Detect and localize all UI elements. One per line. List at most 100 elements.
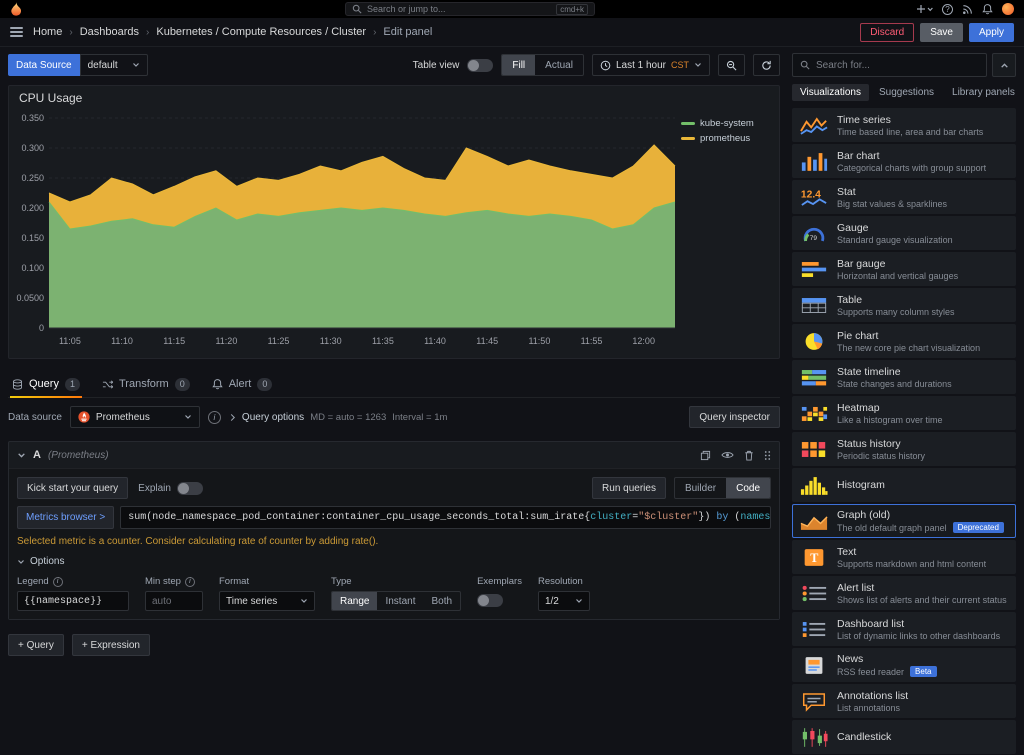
run-queries-button[interactable]: Run queries bbox=[592, 477, 666, 499]
time-range-picker[interactable]: Last 1 hour CST bbox=[591, 54, 710, 76]
info-icon[interactable]: i bbox=[184, 576, 195, 587]
viz-item-time-series[interactable]: Time series Time based line, area and ba… bbox=[792, 108, 1016, 142]
duplicate-query-icon[interactable] bbox=[700, 450, 711, 461]
table-view-toggle[interactable] bbox=[467, 58, 494, 72]
tab-transform[interactable]: Transform 0 bbox=[100, 371, 192, 397]
tab-alert-count: 0 bbox=[257, 377, 273, 391]
resolution-select[interactable]: 1/2 bbox=[537, 591, 590, 611]
viz-item-stat[interactable]: 12.4 Stat Big stat values & sparklines bbox=[792, 180, 1016, 214]
tab-transform-label: Transform bbox=[118, 378, 169, 390]
svg-text:11:35: 11:35 bbox=[372, 336, 394, 346]
text-icon: T bbox=[799, 547, 829, 568]
viz-item-news[interactable]: News RSS feed reader Beta bbox=[792, 648, 1016, 682]
legend-field-label: Legend bbox=[17, 576, 49, 587]
panel-title[interactable]: CPU Usage bbox=[9, 86, 779, 110]
actual-button[interactable]: Actual bbox=[535, 55, 583, 75]
search-icon bbox=[352, 4, 362, 14]
legend-input[interactable] bbox=[17, 591, 129, 611]
refresh-button[interactable] bbox=[753, 54, 780, 76]
fill-button[interactable]: Fill bbox=[502, 55, 536, 75]
resolution-field-label: Resolution bbox=[537, 576, 583, 587]
viz-item-gauge[interactable]: 79 Gauge Standard gauge visualization bbox=[792, 216, 1016, 250]
tab-library-panels[interactable]: Library panels bbox=[944, 84, 1023, 101]
viz-item-dashboard-list[interactable]: Dashboard list List of dynamic links to … bbox=[792, 612, 1016, 646]
viz-item-heatmap[interactable]: Heatmap Like a histogram over time bbox=[792, 396, 1016, 430]
delete-query-trash-icon[interactable] bbox=[744, 450, 754, 461]
viz-search[interactable] bbox=[792, 53, 987, 77]
grafana-logo[interactable] bbox=[10, 2, 23, 16]
signal-icon[interactable] bbox=[962, 4, 973, 15]
chevron-down-icon bbox=[132, 63, 139, 67]
options-expander[interactable]: Options bbox=[17, 556, 771, 567]
legend-item-prometheus[interactable]: prometheus bbox=[681, 133, 763, 144]
viz-item-candlestick[interactable]: Candlestick bbox=[792, 720, 1016, 754]
code-mode-button[interactable]: Code bbox=[726, 478, 770, 498]
legend-item-kube-system[interactable]: kube-system bbox=[681, 118, 763, 129]
query-options-expander[interactable]: Query options MD = auto = 1263 Interval … bbox=[229, 412, 447, 423]
time-range-value: Last 1 hour bbox=[615, 59, 666, 71]
breadcrumb-item[interactable]: Home bbox=[33, 26, 62, 38]
tab-query[interactable]: Query 1 bbox=[10, 371, 82, 398]
viz-item-table[interactable]: Table Supports many column styles bbox=[792, 288, 1016, 322]
breadcrumb-item[interactable]: Kubernetes / Compute Resources / Cluster bbox=[156, 26, 366, 38]
viz-item-alert-list[interactable]: Alert list Shows list of alerts and thei… bbox=[792, 576, 1016, 610]
viz-item-graph-old[interactable]: Graph (old) The old default graph panel … bbox=[792, 504, 1016, 538]
tab-alert[interactable]: Alert 0 bbox=[210, 371, 275, 397]
query-header[interactable]: A (Prometheus) bbox=[9, 442, 779, 468]
save-button[interactable]: Save bbox=[920, 22, 963, 42]
drag-handle-icon[interactable] bbox=[764, 450, 771, 461]
discard-button[interactable]: Discard bbox=[860, 22, 915, 42]
apply-button[interactable]: Apply bbox=[968, 22, 1014, 42]
bell-icon[interactable] bbox=[982, 3, 993, 15]
collapse-sidebar-button[interactable] bbox=[992, 53, 1016, 77]
viz-item-text[interactable]: T Text Supports markdown and html conten… bbox=[792, 540, 1016, 574]
viz-item-bar-gauge[interactable]: Bar gauge Horizontal and vertical gauges bbox=[792, 252, 1016, 286]
type-option-range[interactable]: Range bbox=[332, 592, 378, 610]
type-option-instant[interactable]: Instant bbox=[377, 592, 423, 610]
min-step-input[interactable] bbox=[145, 591, 203, 611]
menu-icon[interactable] bbox=[10, 27, 23, 37]
datasource-picker[interactable]: default bbox=[79, 54, 148, 76]
zoom-out-button[interactable] bbox=[718, 54, 745, 76]
add-new-icon[interactable] bbox=[917, 4, 933, 14]
type-option-both[interactable]: Both bbox=[424, 592, 461, 610]
viz-item-status-history[interactable]: Status history Periodic status history bbox=[792, 432, 1016, 466]
kickstart-query-button[interactable]: Kick start your query bbox=[17, 477, 129, 499]
help-icon[interactable]: ? bbox=[942, 3, 953, 15]
viz-item-state-timeline[interactable]: State timeline State changes and duratio… bbox=[792, 360, 1016, 394]
tab-suggestions[interactable]: Suggestions bbox=[871, 84, 942, 101]
viz-item-annotations-list[interactable]: Annotations list List annotations bbox=[792, 684, 1016, 718]
datasource-select[interactable]: Prometheus bbox=[69, 406, 200, 428]
breadcrumb-item[interactable]: Dashboards bbox=[80, 26, 139, 38]
add-query-button[interactable]: + Query bbox=[8, 634, 64, 656]
hide-query-eye-icon[interactable] bbox=[721, 450, 734, 460]
exemplars-toggle[interactable] bbox=[477, 594, 504, 607]
expression-segment: "$cluster" bbox=[638, 512, 699, 523]
viz-item-histogram[interactable]: Histogram bbox=[792, 468, 1016, 502]
format-select[interactable]: Time series bbox=[219, 591, 315, 611]
explain-toggle[interactable] bbox=[176, 481, 203, 495]
viz-subtitle: Standard gauge visualization bbox=[837, 234, 953, 245]
promql-expression-input[interactable]: sum(node_namespace_pod_container:contain… bbox=[120, 506, 771, 529]
builder-mode-button[interactable]: Builder bbox=[675, 478, 726, 498]
chevron-up-icon bbox=[1000, 62, 1008, 68]
viz-item-bar-chart[interactable]: Bar chart Categorical charts with group … bbox=[792, 144, 1016, 178]
avatar[interactable] bbox=[1002, 3, 1014, 15]
viz-search-input[interactable] bbox=[816, 59, 979, 71]
global-search-input[interactable] bbox=[367, 4, 552, 14]
top-navbar: cmd+k ? bbox=[0, 0, 1024, 18]
global-search[interactable]: cmd+k bbox=[345, 2, 595, 16]
metrics-browser-button[interactable]: Metrics browser > bbox=[17, 506, 115, 529]
bar-gauge-icon bbox=[799, 259, 829, 280]
info-icon[interactable]: i bbox=[52, 576, 63, 587]
info-icon[interactable]: i bbox=[207, 410, 221, 424]
viz-title: Annotations list bbox=[837, 689, 909, 702]
annotations-list-icon bbox=[799, 691, 829, 712]
viz-badge-deprecated: Deprecated bbox=[952, 522, 1004, 533]
add-expression-button[interactable]: + Expression bbox=[71, 634, 150, 656]
query-inspector-button[interactable]: Query inspector bbox=[689, 406, 780, 428]
cpu-usage-chart[interactable]: 0 0.0500 0.100 0.150 0.200 0.250 0.300 0.350 11:… bbox=[15, 110, 681, 356]
svg-text:11:10: 11:10 bbox=[111, 336, 133, 346]
viz-item-pie-chart[interactable]: Pie chart The new core pie chart visuali… bbox=[792, 324, 1016, 358]
tab-visualizations[interactable]: Visualizations bbox=[792, 84, 869, 101]
